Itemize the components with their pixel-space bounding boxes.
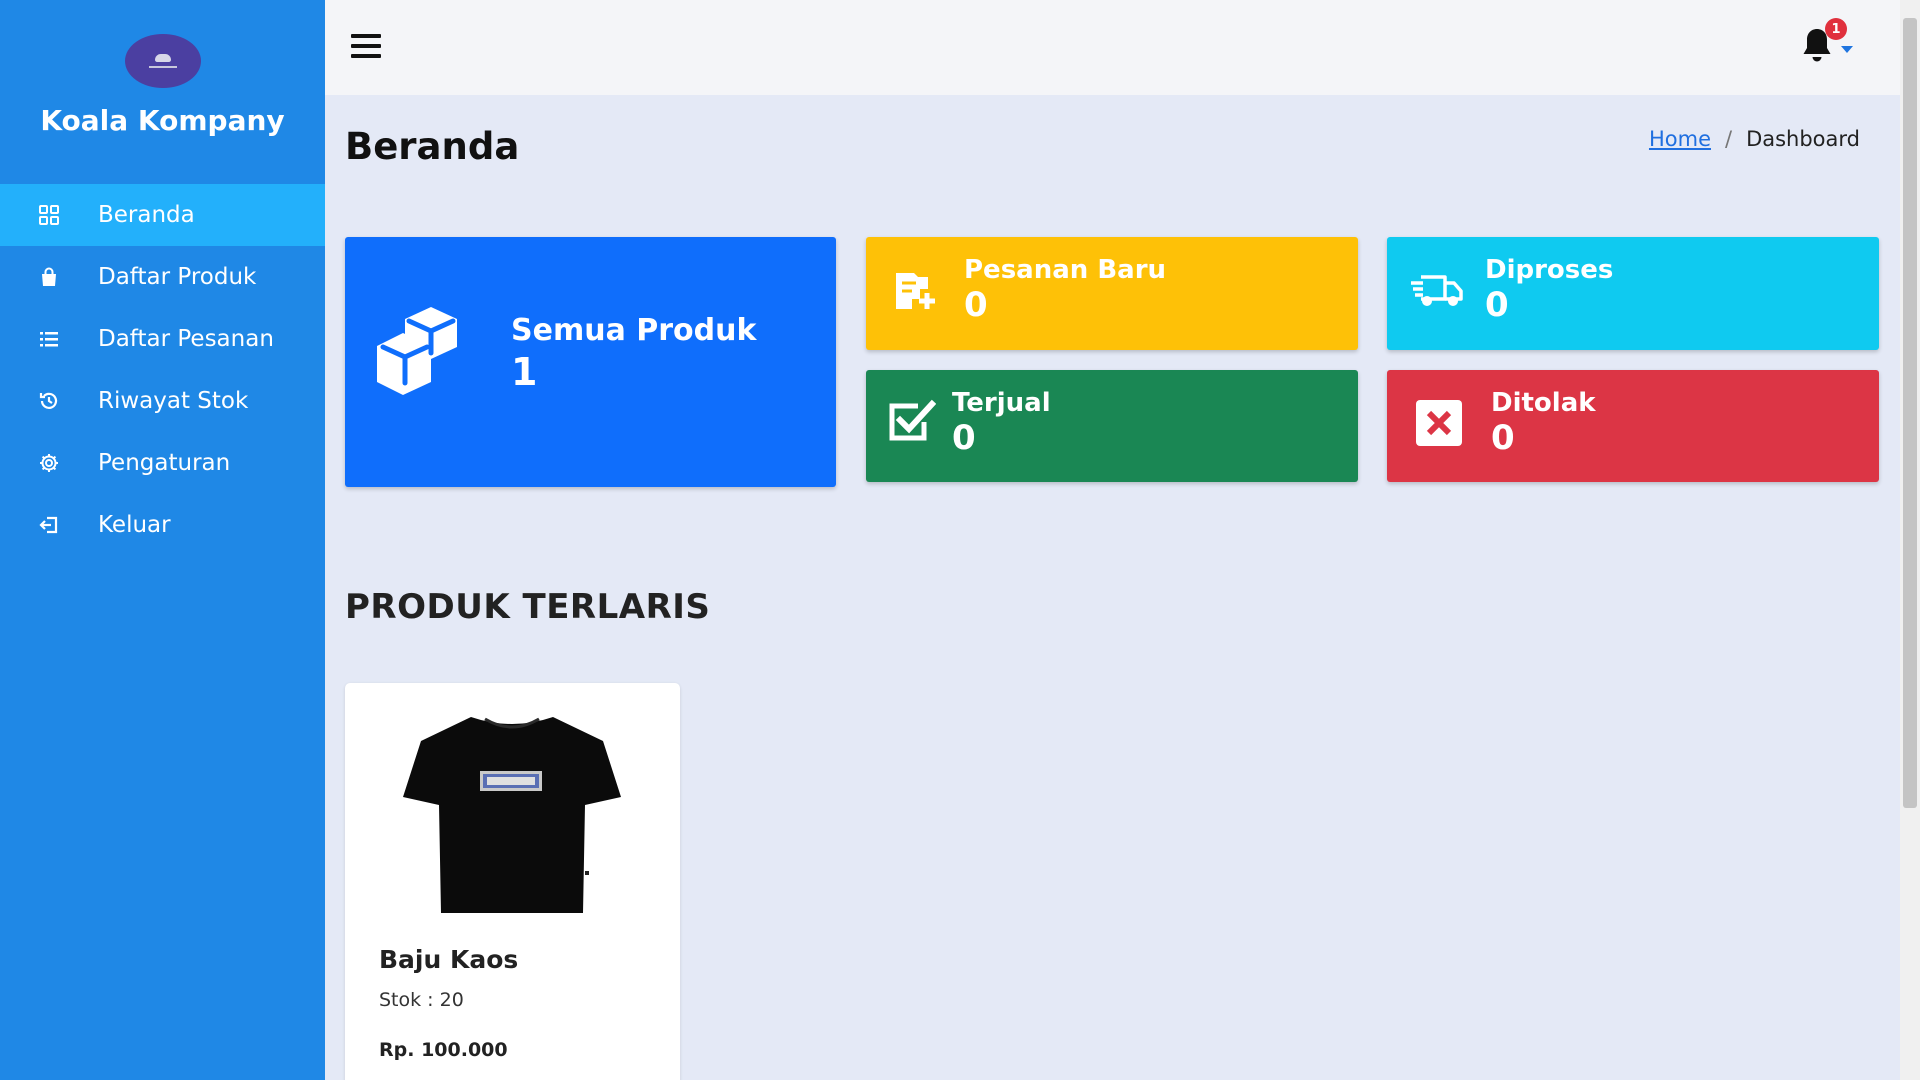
main-content: Beranda Home / Dashboard Semua Produk 1 [325, 95, 1900, 1080]
sidebar-item-beranda[interactable]: Beranda [0, 184, 325, 246]
product-stock: Stok : 20 [379, 989, 464, 1011]
breadcrumb: Home / Dashboard [1649, 127, 1860, 151]
tshirt-image [403, 717, 621, 913]
stat-value: 0 [1485, 285, 1509, 325]
stat-label: Pesanan Baru [964, 255, 1167, 285]
product-price: Rp. 100.000 [379, 1039, 508, 1061]
stat-label: Terjual [952, 388, 1051, 418]
sidebar-item-label: Pengaturan [98, 450, 231, 476]
breadcrumb-separator: / [1724, 127, 1733, 151]
sidebar-item-pengaturan[interactable]: Pengaturan [0, 432, 325, 494]
product-card[interactable]: Baju Kaos Stok : 20 Rp. 100.000 [345, 683, 680, 1080]
cart-plus-icon [896, 273, 935, 309]
logout-icon [38, 514, 60, 536]
grid-icon [38, 204, 60, 226]
sidebar-item-daftar-produk[interactable]: Daftar Produk [0, 246, 325, 308]
stat-value: 0 [952, 418, 976, 458]
breadcrumb-home-link[interactable]: Home [1649, 127, 1711, 151]
truck-icon [1411, 275, 1463, 306]
page-title: Beranda [345, 125, 520, 168]
notification-badge: 1 [1825, 18, 1847, 40]
sidebar-item-label: Beranda [98, 202, 195, 228]
history-icon [38, 390, 60, 412]
boxes-icon [377, 307, 457, 395]
stat-label: Semua Produk [511, 313, 757, 348]
stat-value: 0 [1491, 418, 1515, 458]
check-square-icon [889, 399, 936, 441]
stat-label: Diproses [1485, 255, 1614, 285]
stat-card-new-orders[interactable]: Pesanan Baru 0 [866, 237, 1358, 350]
stat-value: 1 [511, 350, 538, 394]
stat-label: Ditolak [1491, 388, 1596, 418]
stat-card-sold[interactable]: Terjual 0 [866, 370, 1358, 482]
koala-logo-icon[interactable] [124, 34, 201, 88]
section-title-bestsellers: PRODUK TERLARIS [345, 587, 711, 627]
product-name: Baju Kaos [379, 945, 519, 974]
sidebar-item-label: Daftar Pesanan [98, 326, 274, 352]
notifications-button[interactable]: 1 [1799, 18, 1855, 66]
brand-name: Koala Kompany [40, 104, 285, 137]
breadcrumb-current: Dashboard [1746, 127, 1860, 151]
stat-card-rejected[interactable]: Ditolak 0 [1387, 370, 1879, 482]
chevron-down-icon [1841, 46, 1853, 53]
stat-value: 0 [964, 285, 988, 325]
stat-card-processed[interactable]: Diproses 0 [1387, 237, 1879, 350]
scrollbar-thumb[interactable] [1903, 18, 1917, 808]
sidebar-item-label: Keluar [98, 512, 171, 538]
scrollbar[interactable] [1900, 0, 1920, 1080]
brand: Koala Kompany [0, 0, 325, 182]
topbar: 1 [325, 0, 1900, 95]
sidebar-item-keluar[interactable]: Keluar [0, 494, 325, 556]
sidebar-item-daftar-pesanan[interactable]: Daftar Pesanan [0, 308, 325, 370]
sidebar: Koala Kompany Beranda Daftar Produk Daft… [0, 0, 325, 1080]
sidebar-item-label: Riwayat Stok [98, 388, 249, 414]
sidebar-item-label: Daftar Produk [98, 264, 257, 290]
hamburger-icon[interactable] [351, 34, 381, 58]
x-square-icon [1416, 400, 1462, 446]
list-icon [38, 328, 60, 350]
bag-icon [38, 266, 60, 288]
sidebar-menu: Beranda Daftar Produk Daftar Pesanan Riw… [0, 184, 325, 556]
gear-icon [38, 452, 60, 474]
stat-card-all-products[interactable]: Semua Produk 1 [345, 237, 836, 487]
sidebar-item-riwayat-stok[interactable]: Riwayat Stok [0, 370, 325, 432]
